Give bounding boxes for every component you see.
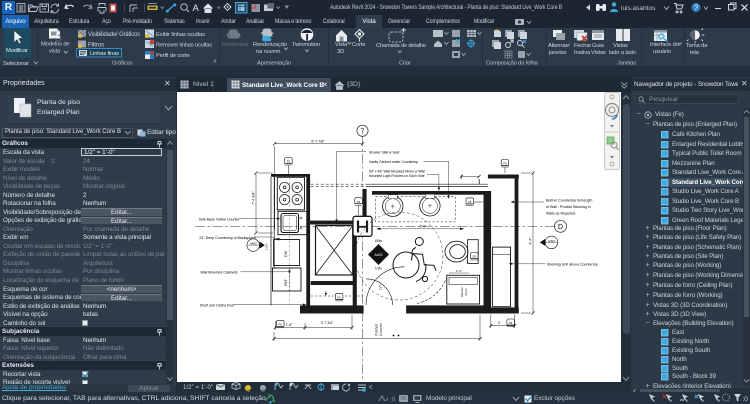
svg-text:Alternar: Alternar	[548, 43, 567, 49]
svg-text:Perfil de corte: Perfil de corte	[156, 53, 190, 59]
svg-text:4': 4'	[498, 321, 501, 325]
svg-text:Corte: Corte	[352, 42, 365, 48]
svg-text:#Sim: #Sim	[375, 239, 383, 243]
svg-text:1'-6": 1'-6"	[286, 323, 294, 327]
svg-text:Shower Stall w Seat: Shower Stall w Seat	[369, 151, 399, 155]
svg-text:7: 7	[361, 128, 365, 135]
svg-text:lado a lado: lado a lado	[609, 50, 636, 56]
svg-text:Twinmotion: Twinmotion	[292, 42, 320, 48]
svg-text:Interface do: Interface do	[650, 42, 679, 48]
svg-text:Built-In Countertop full lengt: Built-In Countertop full length	[546, 198, 592, 202]
svg-text:Wall Mounted Cabinets: Wall Mounted Cabinets	[200, 271, 237, 275]
svg-text:Concrete: Concrete	[379, 323, 383, 336]
svg-text:Vistas: Vistas	[591, 50, 606, 56]
svg-text:6'-7 7/8": 6'-7 7/8"	[311, 139, 325, 143]
svg-text:Shelving Unit above Countertop: Shelving Unit above Countertop	[547, 262, 598, 266]
svg-text:REF: REF	[284, 279, 288, 286]
svg-text:F5: F5	[473, 255, 477, 259]
svg-text:3'-7 3/4": 3'-7 3/4"	[321, 321, 334, 325]
svg-text:Visibilidade/ Gráficos: Visibilidade/ Gráficos	[88, 31, 140, 38]
svg-text:A402: A402	[375, 253, 383, 257]
svg-text::0: :0	[743, 396, 749, 403]
svg-text:janelas: janelas	[548, 50, 567, 56]
svg-text:Selecionar: Selecionar	[3, 61, 29, 67]
svg-text:24" Deep Countertop w Backspla: 24" Deep Countertop w Backsplash	[199, 236, 256, 240]
svg-text:Vanity Cabinet under Counterto: Vanity Cabinet under Countertop	[369, 160, 418, 164]
svg-text:F5: F5	[509, 321, 513, 325]
svg-text:Apresentação: Apresentação	[257, 61, 291, 67]
svg-text:Janelas: Janelas	[617, 61, 636, 67]
svg-text:7'-4 3/8": 7'-4 3/8"	[252, 191, 256, 205]
svg-text:Guia: Guia	[592, 43, 605, 49]
svg-text:3D: 3D	[337, 49, 344, 55]
svg-text:Filtros: Filtros	[88, 42, 104, 49]
svg-text:F5: F5	[468, 200, 472, 204]
svg-text:Remover linhas ocultas: Remover linhas ocultas	[156, 43, 212, 49]
svg-text:Inativa: Inativa	[574, 50, 591, 56]
svg-text:4'-4": 4'-4"	[529, 237, 533, 245]
svg-text:Renderização: Renderização	[253, 42, 287, 48]
svg-text:na nuvem: na nuvem	[256, 49, 281, 55]
svg-text:Modificar: Modificar	[6, 48, 28, 54]
svg-text:Mounted Light Fixtures on Each: Mounted Light Fixtures on Each Side	[369, 174, 425, 178]
svg-text:Fechar: Fechar	[574, 43, 591, 49]
svg-text:Linhas finas: Linhas finas	[90, 51, 119, 57]
svg-text:Criar: Criar	[399, 61, 411, 67]
svg-text:Sink Base Yellow Counter: Sink Base Yellow Counter	[199, 218, 241, 222]
svg-text:1/2in: 1/2in	[375, 267, 382, 271]
svg-text:usuário: usuário	[653, 49, 671, 55]
svg-text:1'-4": 1'-4"	[456, 269, 462, 273]
svg-text:F5: F5	[357, 200, 361, 204]
svg-text:?: ?	[694, 4, 699, 13]
svg-text:Composição da folha: Composição da folha	[486, 61, 539, 67]
svg-text:Vistas: Vistas	[613, 43, 628, 49]
svg-text:Dryer: Dryer	[464, 288, 468, 295]
svg-text:Vista: Vista	[335, 42, 348, 48]
svg-text:Shelf and Cloths Rod: Shelf and Cloths Rod	[200, 304, 234, 308]
svg-text:D: D	[558, 224, 563, 231]
svg-text:LVT: LVT	[379, 284, 383, 290]
svg-text:F5: F5	[287, 160, 291, 164]
svg-text:1/2in: 1/2in	[265, 243, 269, 250]
svg-text:F5: F5	[279, 322, 283, 326]
svg-text:F5: F5	[337, 296, 341, 300]
svg-text:5'-0": 5'-0"	[420, 224, 428, 228]
svg-text:of Wall - Provide Blocking in: of Wall - Provide Blocking in	[546, 205, 591, 209]
svg-text:54" x 48" Wall-Mounted Mirror: 54" x 48" Wall-Mounted Mirror w Wall	[369, 170, 425, 174]
svg-text:Renderizar: Renderizar	[222, 42, 249, 48]
svg-text:luis.asantos: luis.asantos	[621, 5, 656, 12]
svg-text:Tema da: Tema da	[686, 43, 708, 49]
svg-text:Polished: Polished	[375, 324, 379, 336]
svg-text:A: A	[193, 3, 200, 14]
svg-text:Walls as Required.: Walls as Required.	[546, 211, 576, 215]
svg-text:Exibir linhas ocultas: Exibir linhas ocultas	[156, 32, 205, 38]
svg-text:F5: F5	[503, 162, 507, 166]
svg-text:DW: DW	[284, 250, 288, 257]
svg-text:Chamada de detalhe: Chamada de detalhe	[376, 43, 426, 49]
svg-text::0: :0	[390, 397, 396, 404]
svg-text:tela: tela	[690, 50, 700, 56]
svg-text:vista: vista	[49, 49, 61, 55]
svg-text:Gráficos: Gráficos	[112, 61, 133, 67]
svg-text:Modelos de: Modelos de	[41, 42, 69, 48]
